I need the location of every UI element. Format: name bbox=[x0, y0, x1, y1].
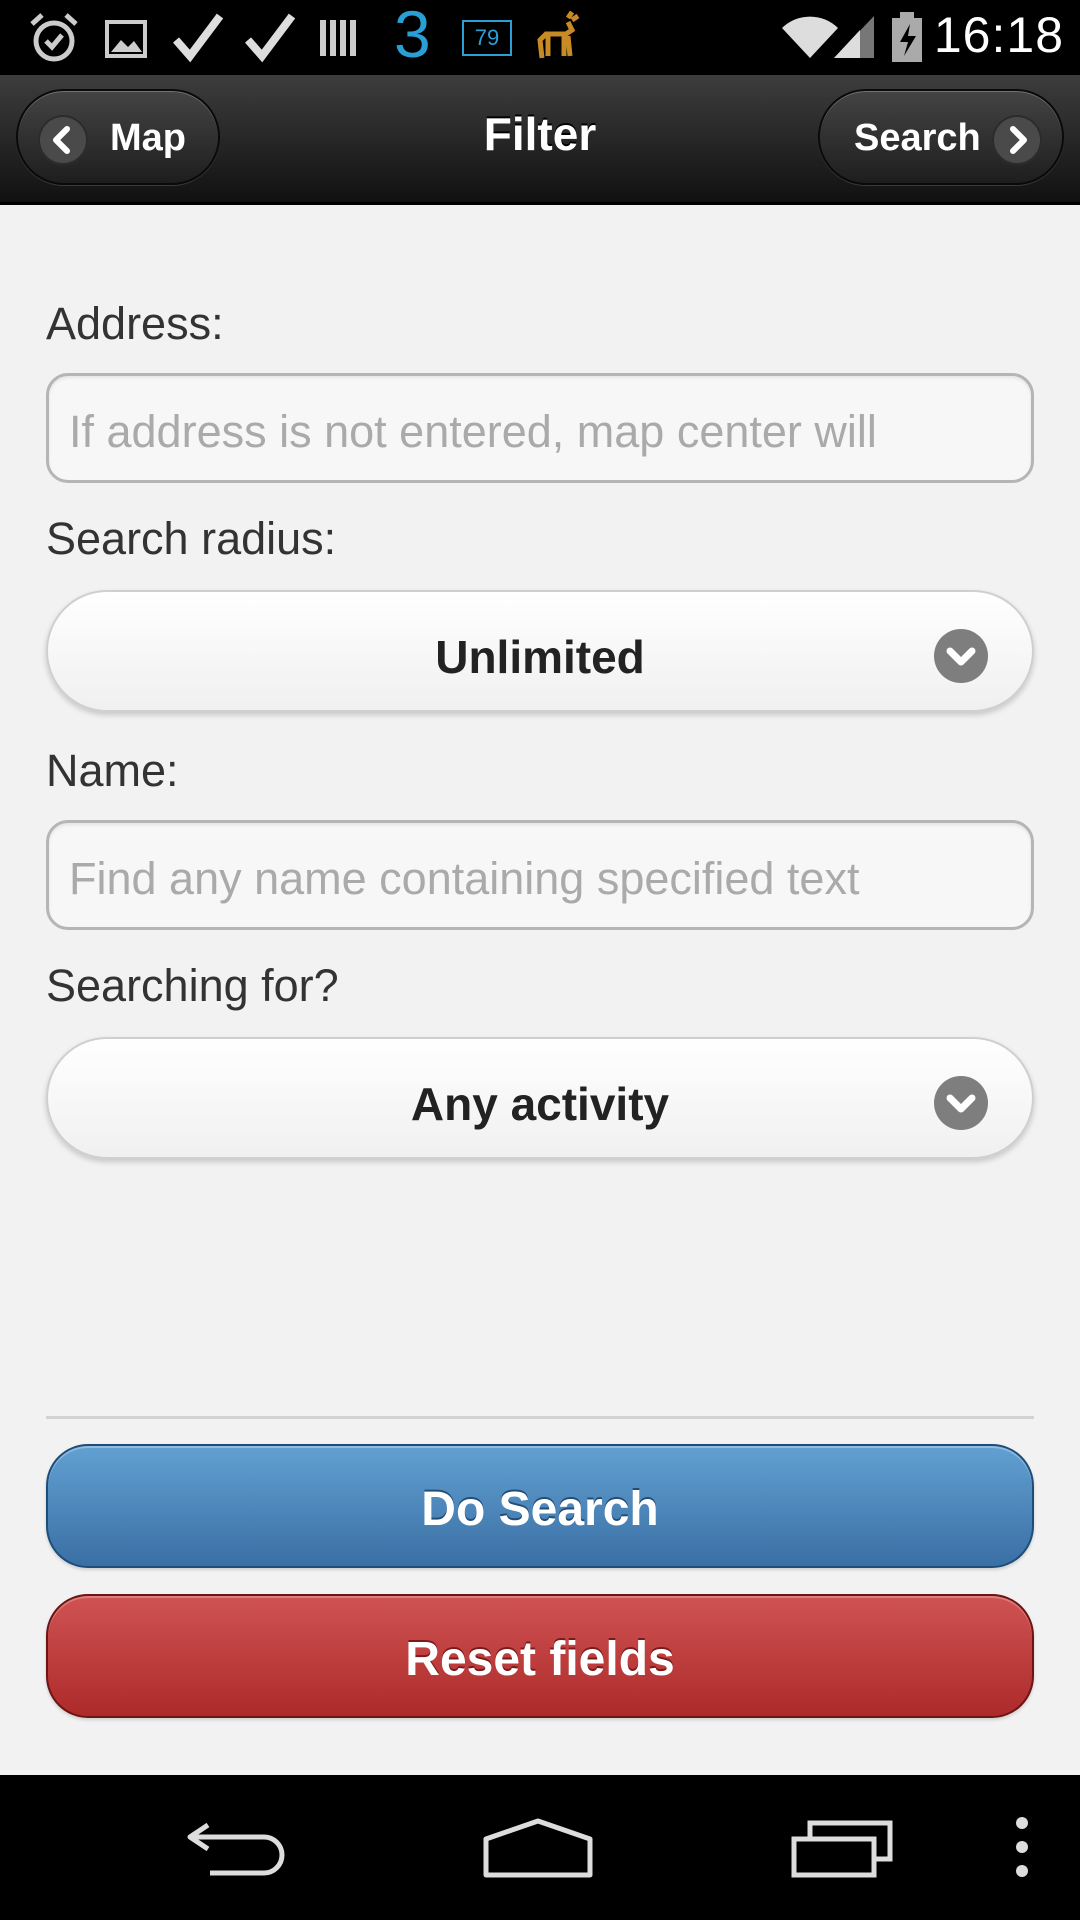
carrier-3-icon: 3 bbox=[394, 0, 431, 71]
search-radius-value: Unlimited bbox=[435, 631, 645, 683]
status-clock: 16:18 bbox=[933, 7, 1064, 63]
address-label: Address: bbox=[46, 298, 224, 349]
battery-badge-icon: 79 bbox=[462, 20, 512, 56]
forward-search-label: Search bbox=[854, 117, 981, 159]
name-input[interactable]: Find any name containing specified text bbox=[46, 820, 1034, 930]
status-bar: 3 79 16:18 bbox=[0, 0, 1080, 75]
recent-apps-icon[interactable] bbox=[790, 1815, 894, 1879]
address-placeholder: If address is not entered, map center wi… bbox=[69, 406, 877, 457]
chevron-down-icon bbox=[934, 629, 988, 683]
overflow-menu-icon[interactable] bbox=[1008, 1815, 1036, 1879]
signal-icon bbox=[834, 16, 874, 58]
forward-search-button[interactable]: Search bbox=[818, 89, 1064, 185]
reset-fields-button[interactable]: Reset fields bbox=[46, 1594, 1034, 1718]
check-icon bbox=[244, 13, 296, 63]
image-icon bbox=[105, 20, 147, 58]
wifi-icon bbox=[782, 16, 838, 59]
do-search-button[interactable]: Do Search bbox=[46, 1444, 1034, 1568]
chevron-down-icon bbox=[934, 1076, 988, 1130]
name-placeholder: Find any name containing specified text bbox=[69, 853, 860, 904]
home-icon[interactable] bbox=[482, 1815, 594, 1879]
navigation-bar bbox=[0, 1775, 1080, 1920]
search-radius-label: Search radius: bbox=[46, 513, 337, 564]
check-icon bbox=[172, 13, 224, 63]
back-icon[interactable] bbox=[186, 1815, 290, 1879]
searching-for-label: Searching for? bbox=[46, 960, 339, 1011]
battery-charging-icon bbox=[892, 12, 922, 62]
divider bbox=[46, 1416, 1034, 1419]
searching-for-value: Any activity bbox=[410, 1078, 670, 1130]
battery-badge-label: 79 bbox=[474, 25, 500, 50]
searching-for-select[interactable]: Any activity bbox=[46, 1037, 1034, 1159]
header-bar: Map Filter Search bbox=[0, 75, 1080, 205]
deer-icon bbox=[537, 10, 580, 59]
search-radius-select[interactable]: Unlimited bbox=[46, 590, 1034, 712]
alarm-icon bbox=[30, 13, 78, 62]
barcode-icon bbox=[320, 20, 356, 56]
chevron-right-icon bbox=[992, 115, 1042, 165]
name-label: Name: bbox=[46, 745, 179, 796]
address-input[interactable]: If address is not entered, map center wi… bbox=[46, 373, 1034, 483]
